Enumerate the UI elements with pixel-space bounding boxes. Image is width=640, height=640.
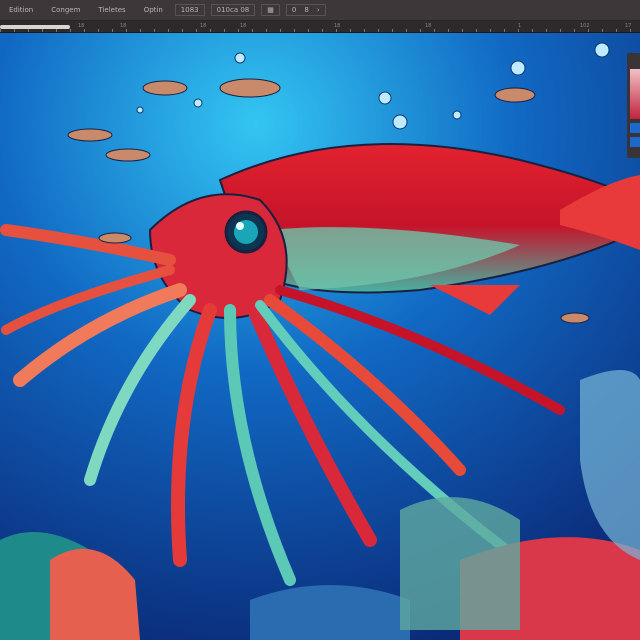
- size-field[interactable]: 1083: [174, 4, 205, 16]
- menu-item-options[interactable]: Optin: [135, 6, 172, 14]
- ruler-ticks: [0, 29, 640, 32]
- color-swatch[interactable]: [630, 123, 640, 133]
- color-gradient-swatch[interactable]: [630, 69, 640, 119]
- ruler: 18 18 18 18 18 18 1 102 17: [0, 21, 640, 33]
- color-swatch[interactable]: [630, 137, 640, 147]
- nav-button-a[interactable]: 0: [292, 6, 296, 14]
- menu-item-filters[interactable]: Tieletes: [89, 6, 134, 14]
- menu-item-image[interactable]: Congem: [42, 6, 89, 14]
- menu-bar: Edition Congem Tieletes Optin 1083 010ca…: [0, 0, 640, 21]
- color-panel[interactable]: [627, 53, 640, 158]
- zoom-field[interactable]: 010ca 08: [210, 4, 256, 16]
- chevron-right-icon[interactable]: ›: [317, 6, 320, 14]
- nav-group: 0 8 ›: [285, 4, 326, 16]
- nav-button-b[interactable]: 8: [304, 6, 308, 14]
- grid-icon[interactable]: ▦: [261, 4, 280, 16]
- menu-item-edit[interactable]: Edition: [0, 6, 42, 14]
- image-canvas[interactable]: [0, 33, 640, 640]
